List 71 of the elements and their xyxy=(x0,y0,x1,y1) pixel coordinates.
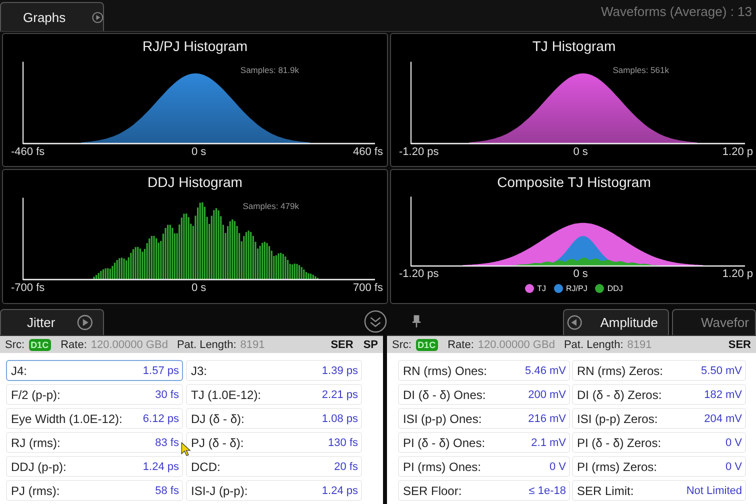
legend-label: DDJ xyxy=(607,283,623,294)
pin-icon[interactable] xyxy=(412,314,421,329)
pattern-length-label: Pat. Length: xyxy=(564,338,624,350)
measurement-cell[interactable]: PI (δ - δ) Zeros: 0 V xyxy=(572,432,746,453)
measurement-cell[interactable]: DCD: 20 fs xyxy=(186,456,362,477)
histogram-title: DDJ Histogram xyxy=(148,174,242,190)
legend-label: TJ xyxy=(537,283,546,294)
play-icon[interactable] xyxy=(77,314,93,331)
measurement-cell[interactable]: J4: 1.57 ps xyxy=(6,360,183,381)
measurement-cell[interactable]: PJ (δ - δ): 130 fs xyxy=(186,432,362,453)
samples-count: Samples: 479k xyxy=(242,201,299,211)
measurement-cell[interactable]: SER Limit: Not Limited xyxy=(572,480,746,501)
pattern-length-value: 8191 xyxy=(240,338,265,350)
mode-label[interactable]: SP xyxy=(363,338,378,350)
measurement-cell[interactable]: SER Floor: ≤ 1e-18 xyxy=(398,480,570,501)
samples-count: Samples: 561k xyxy=(612,65,669,75)
axis-tick-label: 0 s xyxy=(573,268,588,281)
source-badge: D1C xyxy=(28,338,51,350)
histogram-title: Composite TJ Histogram xyxy=(497,174,651,190)
axis-tick-label: -1.20 ps xyxy=(399,146,439,159)
measurement-cell[interactable]: DI (δ - δ) Ones: 200 mV xyxy=(398,384,570,405)
axis-tick-label: 0 s xyxy=(573,146,588,159)
waveform-count: Waveforms (Average) : 13 xyxy=(601,4,752,19)
axis-tick-label: -700 fs xyxy=(11,282,45,295)
measurement-cell[interactable]: TJ (1.0E-12): 2.21 ps xyxy=(186,384,362,405)
histogram-title: RJ/PJ Histogram xyxy=(142,38,248,54)
axis-tick-label: -1.20 ps xyxy=(399,268,439,281)
measurement-cell[interactable]: PJ (rms): 58 fs xyxy=(6,480,183,501)
measurement-cell[interactable]: RN (rms) Zeros: 5.50 mV xyxy=(572,360,746,381)
legend-label: RJ/PJ xyxy=(566,283,588,294)
measurement-cell[interactable]: RN (rms) Ones: 5.46 mV xyxy=(398,360,570,381)
axis-tick-label: 1.20 p xyxy=(722,146,753,159)
source-badge: D1C xyxy=(416,338,438,350)
back-icon[interactable] xyxy=(567,314,582,331)
graphs-tab[interactable]: Graphs xyxy=(0,2,104,31)
measurement-cell[interactable]: DI (δ - δ) Zeros: 182 mV xyxy=(572,384,746,405)
measurement-cell[interactable]: PI (rms) Zeros: 0 V xyxy=(572,456,746,477)
axis-tick-label: 1.20 p xyxy=(722,268,753,281)
mode-label[interactable]: SER xyxy=(330,338,354,350)
measurement-cell[interactable]: ISI (p-p) Ones: 216 mV xyxy=(398,408,570,429)
panel-tab[interactable]: Jitter xyxy=(0,309,104,335)
samples-count: Samples: 81.9k xyxy=(240,65,299,75)
panel-tab[interactable]: Wavefor xyxy=(672,309,756,335)
axis-tick-label: 0 s xyxy=(191,146,206,159)
rate-value: 120.00000 GBd xyxy=(478,338,555,350)
measurement-cell[interactable]: RJ (rms): 83 fs xyxy=(6,432,183,453)
axis-tick-label: -460 fs xyxy=(11,146,45,159)
source-label: Src: xyxy=(392,338,412,350)
axis-tick-label: 700 fs xyxy=(353,282,383,295)
measurement-cell[interactable]: DDJ (p-p): 1.24 ps xyxy=(6,456,183,477)
measurement-cell[interactable]: ISI (p-p) Zeros: 204 mV xyxy=(572,408,746,429)
mode-label[interactable]: SER xyxy=(728,338,751,350)
source-label: Src: xyxy=(5,338,25,350)
pattern-length-label: Pat. Length: xyxy=(176,338,236,350)
histogram-title: TJ Histogram xyxy=(532,38,616,54)
measurement-cell[interactable]: PI (rms) Ones: 0 V xyxy=(398,456,570,477)
rate-value: 120.00000 GBd xyxy=(90,338,168,350)
measurement-cell[interactable]: J3: 1.39 ps xyxy=(186,360,362,381)
pattern-length-value: 8191 xyxy=(627,338,652,350)
measurement-cell[interactable]: Eye Width (1.0E-12): 6.12 ps xyxy=(6,408,183,429)
collapse-icon[interactable] xyxy=(364,310,387,333)
mouse-pointer-icon xyxy=(181,442,191,457)
panel-tab[interactable]: Amplitude xyxy=(563,309,669,335)
measurement-cell[interactable]: F/2 (p-p): 30 fs xyxy=(6,384,183,405)
measurement-cell[interactable]: DJ (δ - δ): 1.08 ps xyxy=(186,408,362,429)
measurement-cell[interactable]: PI (δ - δ) Ones: 2.1 mV xyxy=(398,432,570,453)
axis-tick-label: 460 fs xyxy=(353,146,383,159)
rate-label: Rate: xyxy=(448,338,474,350)
measurement-cell[interactable]: ISI-J (p-p): 1.24 ps xyxy=(186,480,362,501)
axis-tick-label: 0 s xyxy=(191,282,206,295)
rate-label: Rate: xyxy=(60,338,87,350)
